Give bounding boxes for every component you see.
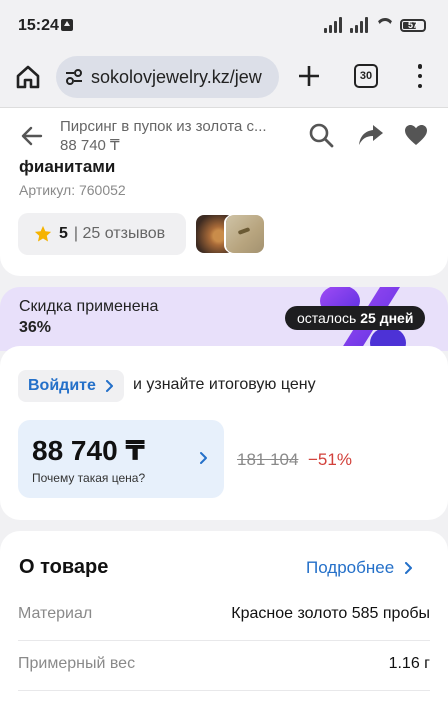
upload-icon: [61, 19, 73, 31]
login-button[interactable]: Войдите: [18, 370, 124, 402]
days-left-value: 25 дней: [360, 310, 414, 326]
spec-value: Красное золото 585 пробы: [231, 605, 430, 622]
spec-row-weight: Примерный вес 1.16 г: [18, 641, 430, 691]
browser-menu-icon[interactable]: [413, 64, 427, 88]
status-time: 15:24: [18, 17, 59, 34]
signal-icon: [350, 17, 370, 33]
login-hint: и узнайте итоговую цену: [133, 376, 316, 393]
heart-icon[interactable]: [404, 124, 428, 146]
new-tab-icon[interactable]: [296, 63, 322, 89]
star-icon: [34, 225, 52, 242]
rating-button[interactable]: 5 | 25 отзывов: [18, 213, 186, 255]
battery-level: 57: [407, 20, 418, 30]
discount-title: Скидка применена: [19, 298, 159, 315]
about-title: О товаре: [19, 556, 109, 578]
header-title: Пирсинг в пупок из золота с...: [60, 118, 267, 135]
discount-percent: 36%: [19, 319, 52, 336]
product-name: фианитами: [19, 157, 116, 176]
wifi-icon: [376, 18, 394, 32]
browser-toolbar: sokolovjewelry.kz/jew 30: [0, 50, 448, 108]
old-price: 181 104: [237, 450, 299, 469]
product-article: Артикул: 760052: [19, 182, 126, 198]
price-why-label: Почему такая цена?: [32, 471, 146, 485]
product-card: Пирсинг в пупок из золота с... 88 740 ₸ …: [0, 108, 448, 276]
tab-switcher-button[interactable]: 30: [354, 64, 378, 88]
price-card: Войдите и узнайте итоговую цену 88 740 ₸…: [0, 346, 448, 520]
days-left-prefix: осталось: [297, 310, 357, 326]
rating-value: 5: [59, 225, 68, 242]
about-product-card: О товаре Подробнее Материал Красное золо…: [0, 531, 448, 711]
current-price: 88 740 ₸: [32, 435, 145, 466]
reviews-count: | 25 отзывов: [73, 225, 166, 242]
login-label: Войдите: [28, 377, 96, 394]
spec-key: Примерный вес: [18, 655, 136, 672]
spec-row-material: Материал Красное золото 585 пробы: [18, 591, 430, 641]
review-photo[interactable]: [226, 215, 264, 253]
address-bar[interactable]: sokolovjewelry.kz/jew: [56, 56, 279, 98]
days-left-badge: осталось 25 дней: [285, 306, 426, 330]
url-text[interactable]: sokolovjewelry.kz/jew: [91, 67, 262, 88]
header-price: 88 740 ₸: [60, 137, 120, 154]
more-details-label: Подробнее: [306, 558, 395, 577]
spec-key: Материал: [18, 605, 93, 622]
site-settings-icon[interactable]: [64, 68, 84, 86]
chevron-right-icon: [105, 380, 113, 392]
battery-icon: 57: [400, 18, 426, 32]
price-explanation-button[interactable]: 88 740 ₸ Почему такая цена?: [18, 420, 224, 498]
back-arrow-icon[interactable]: [20, 124, 44, 148]
status-bar: 15:24 57: [0, 0, 448, 50]
more-details-link[interactable]: Подробнее: [306, 558, 413, 578]
chevron-right-icon: [405, 562, 413, 574]
chevron-right-icon: [200, 452, 207, 464]
spec-value: 1.16 г: [388, 655, 430, 672]
status-icons: 57: [324, 17, 426, 33]
search-icon[interactable]: [308, 122, 334, 148]
home-icon[interactable]: [14, 63, 42, 91]
share-icon[interactable]: [358, 123, 384, 147]
discount-badge: −51%: [308, 450, 352, 469]
signal-icon: [324, 17, 344, 33]
